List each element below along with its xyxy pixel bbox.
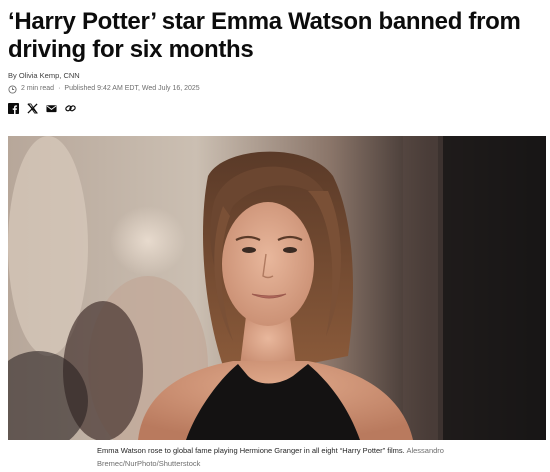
photo-caption: Emma Watson rose to global fame playing … xyxy=(97,444,497,470)
photo-credit-line2: Bremec/NurPhoto/Shutterstock xyxy=(97,459,201,468)
read-time: 2 min read xyxy=(21,85,55,92)
article-photo[interactable] xyxy=(8,136,546,440)
x-icon[interactable] xyxy=(27,103,38,114)
byline: By Olivia Kemp, CNN xyxy=(8,71,80,81)
share-bar xyxy=(8,103,76,114)
published-timestamp: Published 9:42 AM EDT, Wed July 16, 2025 xyxy=(64,85,200,92)
portrait-image xyxy=(8,136,546,440)
author-link[interactable]: Olivia Kemp, CNN xyxy=(19,71,80,80)
link-icon[interactable] xyxy=(65,103,76,114)
article-meta: 2 min read · Published 9:42 AM EDT, Wed … xyxy=(8,84,200,94)
caption-text: Emma Watson rose to global fame playing … xyxy=(97,446,405,455)
clock-icon xyxy=(8,84,17,94)
photo-credit: Alessandro xyxy=(406,446,444,455)
byline-prefix: By xyxy=(8,71,19,80)
article-headline: ‘Harry Potter’ star Emma Watson banned f… xyxy=(8,8,521,63)
meta-separator: · xyxy=(58,85,61,92)
email-icon[interactable] xyxy=(46,103,57,114)
facebook-icon[interactable] xyxy=(8,103,19,114)
